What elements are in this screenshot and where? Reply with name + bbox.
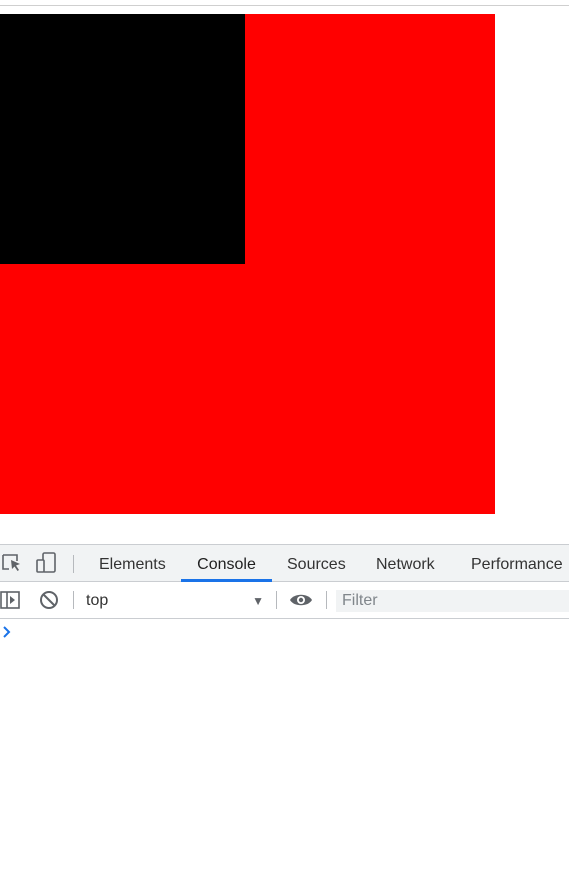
filter-input[interactable]: [336, 590, 569, 612]
inspect-element-icon[interactable]: [1, 552, 23, 574]
page-viewport: [0, 6, 569, 544]
live-expression-eye-icon[interactable]: [289, 589, 312, 611]
device-toolbar-icon[interactable]: [35, 552, 57, 574]
devtools-tabbar: Elements Console Sources Network Perform…: [0, 544, 569, 582]
context-value: top: [86, 592, 109, 609]
black-box: [0, 14, 245, 264]
console-toolbar: top ▼: [0, 582, 569, 619]
tab-network[interactable]: Network: [368, 545, 443, 582]
devtools-panel: Elements Console Sources Network Perform…: [0, 544, 569, 869]
tabbar-divider: [73, 555, 74, 573]
toolbar-divider: [276, 591, 277, 609]
sidebar-toggle-icon[interactable]: [0, 589, 22, 611]
context-selector[interactable]: top ▼: [86, 591, 268, 611]
chevron-down-icon: ▼: [252, 594, 264, 608]
tab-elements[interactable]: Elements: [91, 545, 174, 582]
tab-sources[interactable]: Sources: [279, 545, 354, 582]
tab-performance[interactable]: Performance: [463, 545, 569, 582]
toolbar-divider: [73, 591, 74, 609]
tab-console[interactable]: Console: [181, 545, 272, 582]
clear-console-icon[interactable]: [38, 589, 60, 611]
console-output[interactable]: [0, 620, 569, 869]
console-prompt-icon: [2, 625, 12, 638]
red-box: [0, 14, 495, 514]
toolbar-divider: [326, 591, 327, 609]
